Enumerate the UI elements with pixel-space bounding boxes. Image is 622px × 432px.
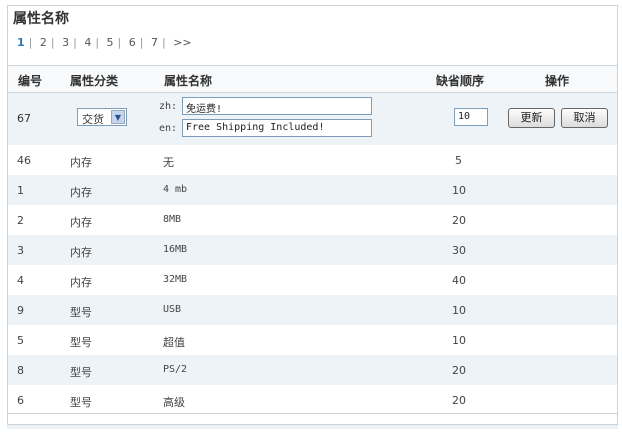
table-bottom-border bbox=[8, 413, 617, 414]
col-name: 属性名称 bbox=[164, 74, 213, 88]
table-row: 8 型号 PS/2 20 bbox=[8, 355, 617, 385]
en-name-input[interactable]: Free Shipping Included! bbox=[182, 119, 372, 137]
table-row: 5 型号 超值 10 bbox=[17, 334, 466, 349]
en-label: en: bbox=[159, 123, 178, 134]
update-button[interactable]: 更新 bbox=[508, 108, 555, 128]
page-link-2[interactable]: 2 bbox=[38, 36, 49, 49]
order-input[interactable]: 10 bbox=[454, 108, 488, 126]
table-row: 1 内存 4 mb 10 bbox=[8, 175, 617, 205]
page-link-7[interactable]: 7 bbox=[149, 36, 160, 49]
table-row: 2 内存 8MB 20 bbox=[17, 214, 466, 229]
table-row: 9 型号 USB 10 bbox=[8, 295, 617, 325]
page-next-link[interactable]: >> bbox=[171, 36, 193, 49]
table-row: 6 型号 高级 20 bbox=[17, 394, 466, 409]
table-header: 编号 属性分类 属性名称 缺省顺序 操作 bbox=[8, 65, 617, 93]
table-row: 3 内存 16MB 30 bbox=[8, 235, 617, 265]
zh-label: zh: bbox=[159, 101, 178, 112]
page-link-4[interactable]: 4 bbox=[82, 36, 93, 49]
edit-row-id: 67 bbox=[17, 112, 31, 125]
page-title: 属性名称 bbox=[13, 11, 69, 27]
panel-shadow bbox=[7, 425, 618, 429]
category-select[interactable]: 交货 ▼ bbox=[77, 108, 127, 126]
col-order: 缺省顺序 bbox=[436, 74, 485, 88]
table-row: 46 内存 无 5 bbox=[17, 154, 462, 169]
col-category: 属性分类 bbox=[70, 74, 119, 88]
page-link-3[interactable]: 3 bbox=[60, 36, 71, 49]
edit-row: 67 交货 ▼ zh: 免运费! en: Free Shipping Inclu… bbox=[8, 93, 617, 145]
attribute-table: 编号 属性分类 属性名称 缺省顺序 操作 67 交货 ▼ zh: 免运费! en… bbox=[8, 65, 617, 415]
page-link-6[interactable]: 6 bbox=[127, 36, 138, 49]
category-select-value: 交货 bbox=[82, 113, 104, 126]
pagination: 1 | 2 | 3 | 4 | 5 | 6 | 7 | >> bbox=[17, 36, 193, 49]
col-actions: 操作 bbox=[545, 74, 570, 88]
zh-name-input[interactable]: 免运费! bbox=[182, 97, 372, 115]
page-current: 1 bbox=[17, 36, 25, 49]
col-id: 编号 bbox=[18, 74, 43, 88]
page-link-5[interactable]: 5 bbox=[105, 36, 116, 49]
chevron-down-icon[interactable]: ▼ bbox=[111, 110, 125, 124]
cancel-button[interactable]: 取消 bbox=[561, 108, 608, 128]
table-row: 4 内存 32MB 40 bbox=[17, 274, 466, 289]
